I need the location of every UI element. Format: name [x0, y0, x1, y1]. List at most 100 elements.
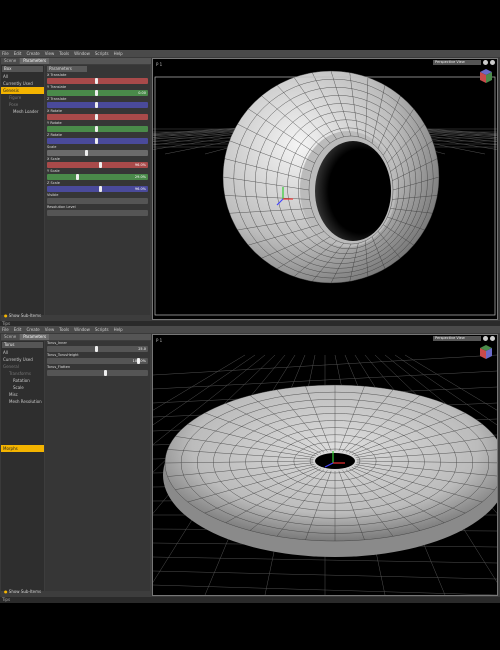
slider-knob[interactable] — [94, 90, 98, 96]
filter-all[interactable]: All — [1, 349, 44, 356]
param-slider[interactable] — [47, 210, 148, 216]
slider-knob[interactable] — [94, 78, 98, 84]
param-value[interactable]: 96.0% — [135, 162, 146, 168]
options-icon[interactable] — [490, 60, 495, 65]
param-row: Z Scale 96.0% — [45, 181, 150, 193]
menu-tools[interactable]: Tools — [59, 326, 69, 333]
param-slider[interactable]: 96.0% — [47, 186, 148, 192]
tree-item-mesh-resolution[interactable]: Mesh Resolution — [1, 398, 44, 405]
param-slider[interactable] — [47, 78, 148, 84]
slider-knob[interactable] — [104, 370, 107, 376]
param-slider[interactable]: 25.0 — [47, 346, 148, 352]
param-slider[interactable]: 0.00 — [47, 90, 148, 96]
tab-scene[interactable]: Scene — [1, 334, 20, 340]
param-rows: Torus_Inner 25.0 Torus_TorusHeight 100.0% To… — [45, 341, 150, 377]
torus-ring-render — [153, 70, 497, 316]
param-row: Scale — [45, 145, 150, 157]
param-slider[interactable] — [47, 126, 148, 132]
menu-view[interactable]: View — [45, 326, 55, 333]
menu-file[interactable]: File — [2, 50, 9, 57]
menu-help[interactable]: Help — [114, 326, 123, 333]
filter-currently-used[interactable]: Currently Used — [1, 356, 44, 363]
tree-item-misc[interactable]: Misc — [1, 391, 44, 398]
flat-torus-render — [153, 354, 497, 595]
menu-edit[interactable]: Edit — [14, 50, 22, 57]
viewport-3d[interactable]: P 1 Perspective View — [152, 58, 498, 320]
param-value[interactable]: 29.0% — [135, 174, 146, 180]
tree-item-genesis[interactable]: Genesis — [1, 87, 44, 94]
menu-window[interactable]: Window — [74, 50, 90, 57]
param-slider[interactable] — [47, 370, 148, 376]
node-dropdown[interactable]: Box — [2, 66, 43, 72]
tree-item-general[interactable]: General — [1, 363, 44, 370]
param-slider[interactable]: 100.0% — [47, 358, 148, 364]
menu-create[interactable]: Create — [26, 50, 39, 57]
tree-item-pose[interactable]: Pose — [1, 101, 44, 108]
param-row: Resolution Level — [45, 205, 150, 217]
view-cube-icon[interactable] — [480, 345, 492, 359]
camera-icon[interactable] — [483, 336, 488, 341]
view-cube-icon[interactable] — [480, 69, 492, 83]
menu-file[interactable]: File — [2, 326, 9, 333]
tree-item-transforms[interactable]: Transforms — [1, 370, 44, 377]
view-dropdown[interactable]: Perspective View — [433, 336, 481, 341]
viewport-corner-label: P 1 — [156, 338, 163, 343]
show-sub-items-toggle[interactable]: ● Show Sub-Items — [2, 589, 44, 595]
menu-create[interactable]: Create — [26, 326, 39, 333]
view-dropdown[interactable]: Perspective View — [433, 60, 481, 65]
param-slider[interactable] — [47, 198, 148, 204]
menu-scripts[interactable]: Scripts — [95, 50, 109, 57]
filter-all[interactable]: All — [1, 73, 44, 80]
pane-tabs: Scene Parameters — [1, 58, 151, 64]
param-slider[interactable]: 29.0% — [47, 174, 148, 180]
slider-knob[interactable] — [94, 126, 98, 132]
param-slider[interactable]: 96.0% — [47, 162, 148, 168]
param-row: Y Translate 0.00 — [45, 85, 150, 97]
scene-tree: Box All Currently Used Genesis Figure Po… — [1, 65, 44, 315]
menu-window[interactable]: Window — [74, 326, 90, 333]
tree-item-figure[interactable]: Figure — [1, 94, 44, 101]
menu-scripts[interactable]: Scripts — [95, 326, 109, 333]
menu-tools[interactable]: Tools — [59, 50, 69, 57]
filter-currently-used[interactable]: Currently Used — [1, 80, 44, 87]
tree-item-morphs[interactable]: Morphs — [1, 445, 44, 452]
param-slider[interactable] — [47, 114, 148, 120]
slider-knob[interactable] — [94, 102, 98, 108]
viewport-corner-label: P 1 — [156, 62, 163, 67]
param-value[interactable]: 25.0 — [138, 346, 146, 352]
node-dropdown[interactable]: Torus — [2, 342, 43, 348]
param-slider[interactable] — [47, 150, 148, 156]
viewport-3d[interactable]: P 1 Perspective View — [152, 334, 498, 596]
param-slider[interactable] — [47, 102, 148, 108]
tab-parameters[interactable]: Parameters — [20, 58, 50, 64]
param-value[interactable]: 100.0% — [133, 358, 146, 364]
tree-item-rotation[interactable]: Rotation — [1, 377, 44, 384]
param-row: Y Scale 29.0% — [45, 169, 150, 181]
slider-knob[interactable] — [94, 138, 98, 144]
param-row: Torus_Inner 25.0 — [45, 341, 150, 353]
camera-icon[interactable] — [483, 60, 488, 65]
app-window-torus-ring: File Edit Create View Tools Window Scrip… — [0, 50, 500, 327]
menu-view[interactable]: View — [45, 50, 55, 57]
show-sub-items-toggle[interactable]: ● Show Sub-Items — [2, 313, 44, 319]
menu-edit[interactable]: Edit — [14, 326, 22, 333]
slider-knob[interactable] — [75, 174, 79, 180]
tree-item-mesh-loader[interactable]: Mesh Loader — [1, 108, 44, 115]
tree-item-scale[interactable]: Scale — [1, 384, 44, 391]
slider-knob[interactable] — [99, 162, 103, 168]
pane-tabs: Scene Parameters — [1, 334, 151, 340]
menu-help[interactable]: Help — [114, 50, 123, 57]
tab-scene[interactable]: Scene — [1, 58, 20, 64]
param-slider[interactable] — [47, 138, 148, 144]
params-dropdown[interactable]: Parameters — [47, 66, 87, 72]
param-value[interactable]: 96.0% — [135, 186, 146, 192]
slider-knob[interactable] — [99, 186, 103, 192]
slider-knob[interactable] — [94, 114, 98, 120]
options-icon[interactable] — [490, 336, 495, 341]
slider-knob[interactable] — [85, 150, 88, 156]
param-value[interactable]: 0.00 — [138, 90, 146, 96]
slider-knob[interactable] — [94, 346, 98, 352]
app-window-flat-torus: File Edit Create View Tools Window Scrip… — [0, 326, 500, 603]
tab-parameters[interactable]: Parameters — [20, 334, 50, 340]
status-bar: Tips — [0, 597, 500, 603]
